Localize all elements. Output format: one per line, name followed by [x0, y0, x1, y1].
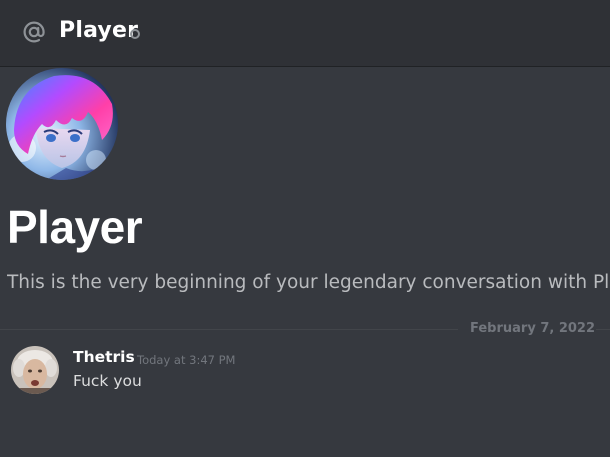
channel-title: Player [59, 18, 139, 43]
message-timestamp: Today at 3:47 PM [137, 353, 236, 367]
channel-header: Player [0, 0, 610, 67]
message-content: Fuck you [73, 372, 142, 390]
message-author[interactable]: Thetris [73, 348, 135, 366]
offline-status-icon [130, 29, 140, 39]
anime-avatar[interactable] [6, 68, 118, 180]
date-divider-line [596, 329, 610, 330]
at-icon [22, 20, 46, 44]
welcome-username: Player [7, 201, 143, 253]
date-divider-line [0, 329, 458, 330]
welcome-description: This is the very beginning of your legen… [7, 272, 610, 293]
date-divider-label: February 7, 2022 [470, 321, 596, 336]
face-avatar[interactable] [11, 346, 59, 394]
